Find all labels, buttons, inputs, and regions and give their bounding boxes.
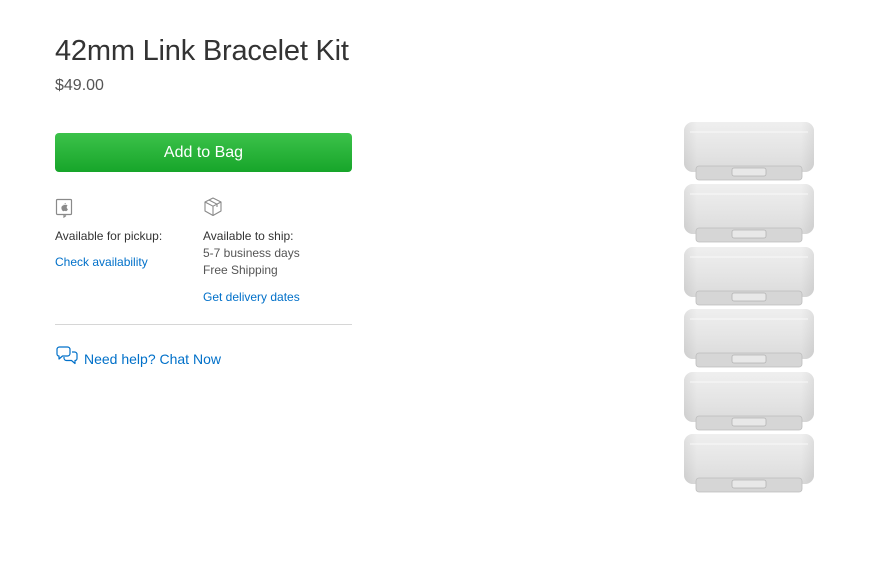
add-to-bag-button[interactable]: Add to Bag: [55, 133, 352, 172]
ship-cost: Free Shipping: [203, 263, 278, 277]
chat-now-label: Need help? Chat Now: [84, 350, 221, 367]
shipping-info: Available to ship: 5-7 business days Fre…: [203, 196, 353, 306]
chat-now-link[interactable]: Need help? Chat Now: [55, 346, 221, 371]
bracelet-link-3: [683, 246, 815, 306]
product-page: 42mm Link Bracelet Kit $49.00 Add to Bag…: [0, 0, 887, 561]
chat-bubbles-icon: [55, 346, 84, 371]
bracelet-link-6: [683, 433, 815, 493]
ship-time: 5-7 business days: [203, 246, 300, 260]
pickup-label: Available for pickup:: [55, 229, 163, 243]
product-image: [680, 120, 820, 500]
bracelet-link-2: [683, 183, 815, 243]
pickup-info: Available for pickup: Check availability: [55, 196, 195, 271]
check-availability-link[interactable]: Check availability: [55, 254, 195, 271]
bracelet-link-4: [683, 308, 815, 368]
bracelet-link-1: [683, 121, 815, 181]
bracelet-link-5: [683, 371, 815, 431]
product-title: 42mm Link Bracelet Kit: [55, 35, 349, 67]
box-icon: [203, 196, 223, 218]
ship-label: Available to ship:: [203, 229, 294, 243]
product-price: $49.00: [55, 77, 104, 94]
divider: [55, 324, 352, 325]
get-delivery-dates-link[interactable]: Get delivery dates: [203, 289, 353, 306]
apple-store-icon: [55, 196, 75, 219]
